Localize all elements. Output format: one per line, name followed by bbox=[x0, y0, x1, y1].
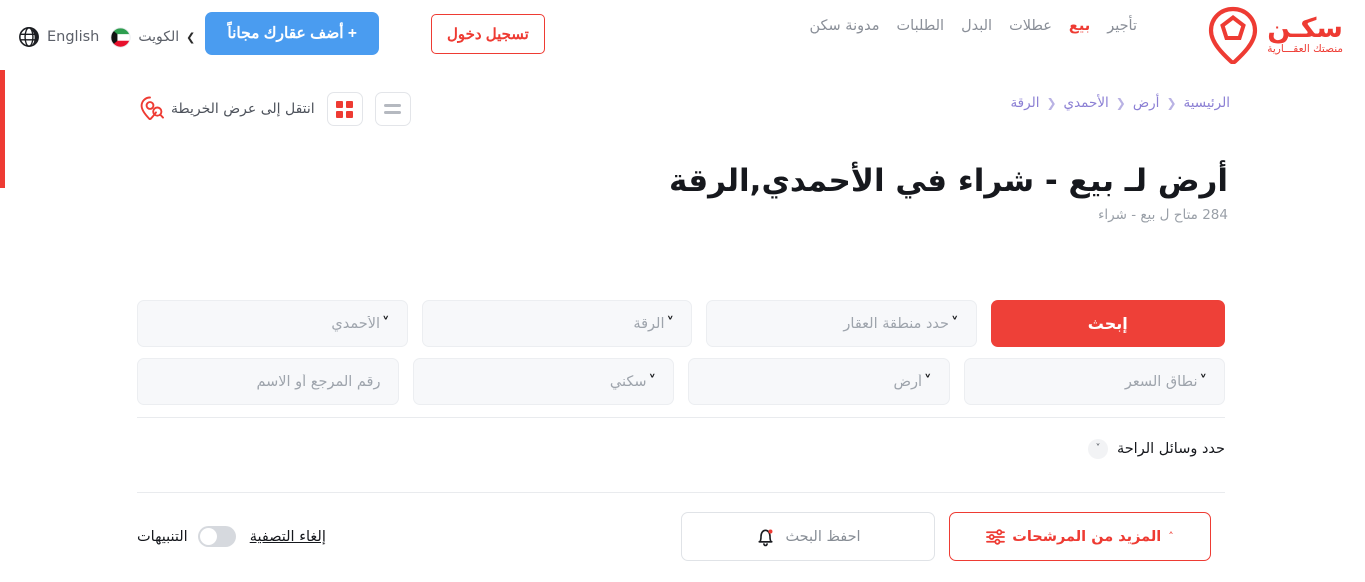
price-range-select[interactable]: ˅ نطاق السعر bbox=[963, 358, 1225, 405]
map-link-label: انتقل إلى عرض الخريطة bbox=[171, 101, 315, 117]
breadcrumb-separator-icon: ❮ bbox=[1046, 96, 1057, 110]
logo-wordmark: سكـن bbox=[1267, 13, 1343, 45]
list-view-button[interactable] bbox=[374, 92, 411, 126]
location-pin-icon bbox=[1209, 6, 1258, 64]
more-filters-button[interactable]: ˄ المزيد من المرشحات bbox=[949, 512, 1211, 561]
filter-row-primary: إبحث ˅ حدد منطقة العقار ˅ الرقة ˅ الأحمد… bbox=[137, 300, 1225, 347]
area-select[interactable]: ˅ الرقة bbox=[421, 300, 692, 347]
actions-divider bbox=[137, 492, 1225, 493]
purpose-value: سكني bbox=[609, 373, 647, 390]
breadcrumb-item-land[interactable]: أرض bbox=[1133, 95, 1160, 111]
property-zone-select[interactable]: ˅ حدد منطقة العقار bbox=[706, 300, 977, 347]
alerts-toggle[interactable] bbox=[197, 526, 236, 547]
grid-view-icon bbox=[336, 100, 354, 118]
breadcrumb-item-ahmadi[interactable]: الأحمدي bbox=[1064, 95, 1109, 111]
login-button[interactable]: تسجيل دخول bbox=[430, 13, 545, 54]
breadcrumb: الرئيسية ❮ أرض ❮ الأحمدي ❮ الرقة bbox=[1010, 95, 1230, 111]
locale-controls: ❯ الكويت English bbox=[18, 19, 195, 48]
amenities-selector[interactable]: حدد وسائل الراحة ˅ bbox=[1087, 439, 1225, 459]
site-logo[interactable]: سكـن منصتك العقـــارية bbox=[1207, 6, 1343, 64]
globe-icon[interactable] bbox=[18, 26, 40, 48]
search-actions-row: ˄ المزيد من المرشحات احفظ البحث إلغاء ال… bbox=[137, 512, 1225, 561]
chevron-down-icon: ˅ bbox=[924, 372, 932, 390]
more-filters-label: المزيد من المرشحات bbox=[1012, 528, 1162, 545]
clear-filters-link[interactable]: إلغاء التصفية bbox=[250, 529, 326, 545]
header-actions: تسجيل دخول + أضف عقارك مجاناً ❯ الكويت E… bbox=[0, 12, 545, 55]
alerts-toggle-group: التنبيهات bbox=[137, 526, 236, 547]
switch-to-map-view-link[interactable]: انتقل إلى عرض الخريطة bbox=[140, 96, 315, 122]
country-label[interactable]: الكويت bbox=[138, 29, 179, 45]
nav-item-holidays[interactable]: عطلات bbox=[1009, 18, 1052, 34]
page-subtitle: 284 متاح ل بيع - شراء bbox=[1098, 206, 1228, 223]
property-type-select[interactable]: ˅ أرض bbox=[688, 358, 950, 405]
nav-item-blog[interactable]: مدونة سكن bbox=[810, 18, 880, 34]
search-button[interactable]: إبحث bbox=[990, 300, 1225, 347]
save-search-label: احفظ البحث bbox=[785, 528, 861, 545]
alerts-label: التنبيهات bbox=[137, 528, 188, 545]
nav-item-requests[interactable]: الطلبات bbox=[897, 18, 945, 34]
breadcrumb-item-home[interactable]: الرئيسية bbox=[1184, 95, 1231, 111]
logo-text: سكـن منصتك العقـــارية bbox=[1267, 15, 1343, 55]
amenities-row: حدد وسائل الراحة ˅ bbox=[137, 418, 1225, 480]
reference-or-name-placeholder: رقم المرجع أو الاسم bbox=[256, 373, 381, 390]
save-search-button[interactable]: احفظ البحث bbox=[681, 512, 935, 561]
toggle-knob bbox=[199, 528, 217, 545]
grid-view-button[interactable] bbox=[326, 92, 363, 126]
filter-row-secondary: ˅ نطاق السعر ˅ أرض ˅ سكني رقم المرجع أو … bbox=[137, 358, 1225, 405]
amenities-label: حدد وسائل الراحة bbox=[1116, 441, 1225, 457]
governorate-value: الأحمدي bbox=[331, 315, 380, 332]
country-chevron-down-icon[interactable]: ❯ bbox=[186, 32, 195, 43]
area-value: الرقة bbox=[633, 315, 665, 332]
chevron-down-icon: ˅ bbox=[1199, 372, 1208, 390]
chevron-down-icon: ˅ bbox=[1087, 439, 1108, 459]
breadcrumb-separator-icon: ❮ bbox=[1115, 96, 1126, 110]
nav-item-exchange[interactable]: البدل bbox=[961, 18, 992, 34]
map-search-pin-icon bbox=[140, 96, 164, 121]
price-range-value: نطاق السعر bbox=[1124, 373, 1198, 390]
page-title: أرض لـ بيع - شراء في الأحمدي,الرقة bbox=[669, 163, 1228, 199]
main-navigation: تأجير بيع عطلات البدل الطلبات مدونة سكن bbox=[810, 18, 1138, 34]
logo-tagline: منصتك العقـــارية bbox=[1267, 43, 1343, 56]
nav-item-sale[interactable]: بيع bbox=[1069, 18, 1090, 34]
add-property-button[interactable]: + أضف عقارك مجاناً bbox=[205, 12, 379, 55]
sliders-icon bbox=[986, 528, 1006, 545]
bell-icon bbox=[758, 528, 774, 546]
reference-or-name-input[interactable]: رقم المرجع أو الاسم bbox=[137, 358, 399, 405]
chevron-down-icon: ˅ bbox=[648, 372, 657, 390]
page-title-block: أرض لـ بيع - شراء في الأحمدي,الرقة 284 م… bbox=[0, 162, 1365, 223]
breadcrumb-item-riqqa[interactable]: الرقة bbox=[1010, 95, 1039, 111]
chevron-up-icon: ˄ bbox=[1168, 530, 1174, 543]
chevron-down-icon: ˅ bbox=[666, 314, 675, 332]
view-tools: انتقل إلى عرض الخريطة bbox=[140, 92, 411, 126]
nav-item-rent[interactable]: تأجير bbox=[1107, 18, 1137, 34]
site-header: سكـن منصتك العقـــارية تأجير بيع عطلات ا… bbox=[0, 0, 1365, 70]
breadcrumb-separator-icon: ❮ bbox=[1166, 96, 1177, 110]
chevron-down-icon: ˅ bbox=[951, 314, 959, 332]
language-label[interactable]: English bbox=[47, 29, 99, 45]
search-filter-panel: إبحث ˅ حدد منطقة العقار ˅ الرقة ˅ الأحمد… bbox=[137, 300, 1225, 561]
sub-header-bar: الرئيسية ❮ أرض ❮ الأحمدي ❮ الرقة انتقل إ… bbox=[0, 92, 1365, 132]
kuwait-flag-icon[interactable] bbox=[110, 26, 131, 48]
property-type-value: أرض bbox=[893, 373, 922, 390]
governorate-select[interactable]: ˅ الأحمدي bbox=[137, 300, 408, 347]
property-zone-value: حدد منطقة العقار bbox=[843, 315, 949, 332]
chevron-down-icon: ˅ bbox=[382, 314, 390, 332]
purpose-select[interactable]: ˅ سكني bbox=[412, 358, 674, 405]
list-view-icon bbox=[384, 104, 402, 114]
